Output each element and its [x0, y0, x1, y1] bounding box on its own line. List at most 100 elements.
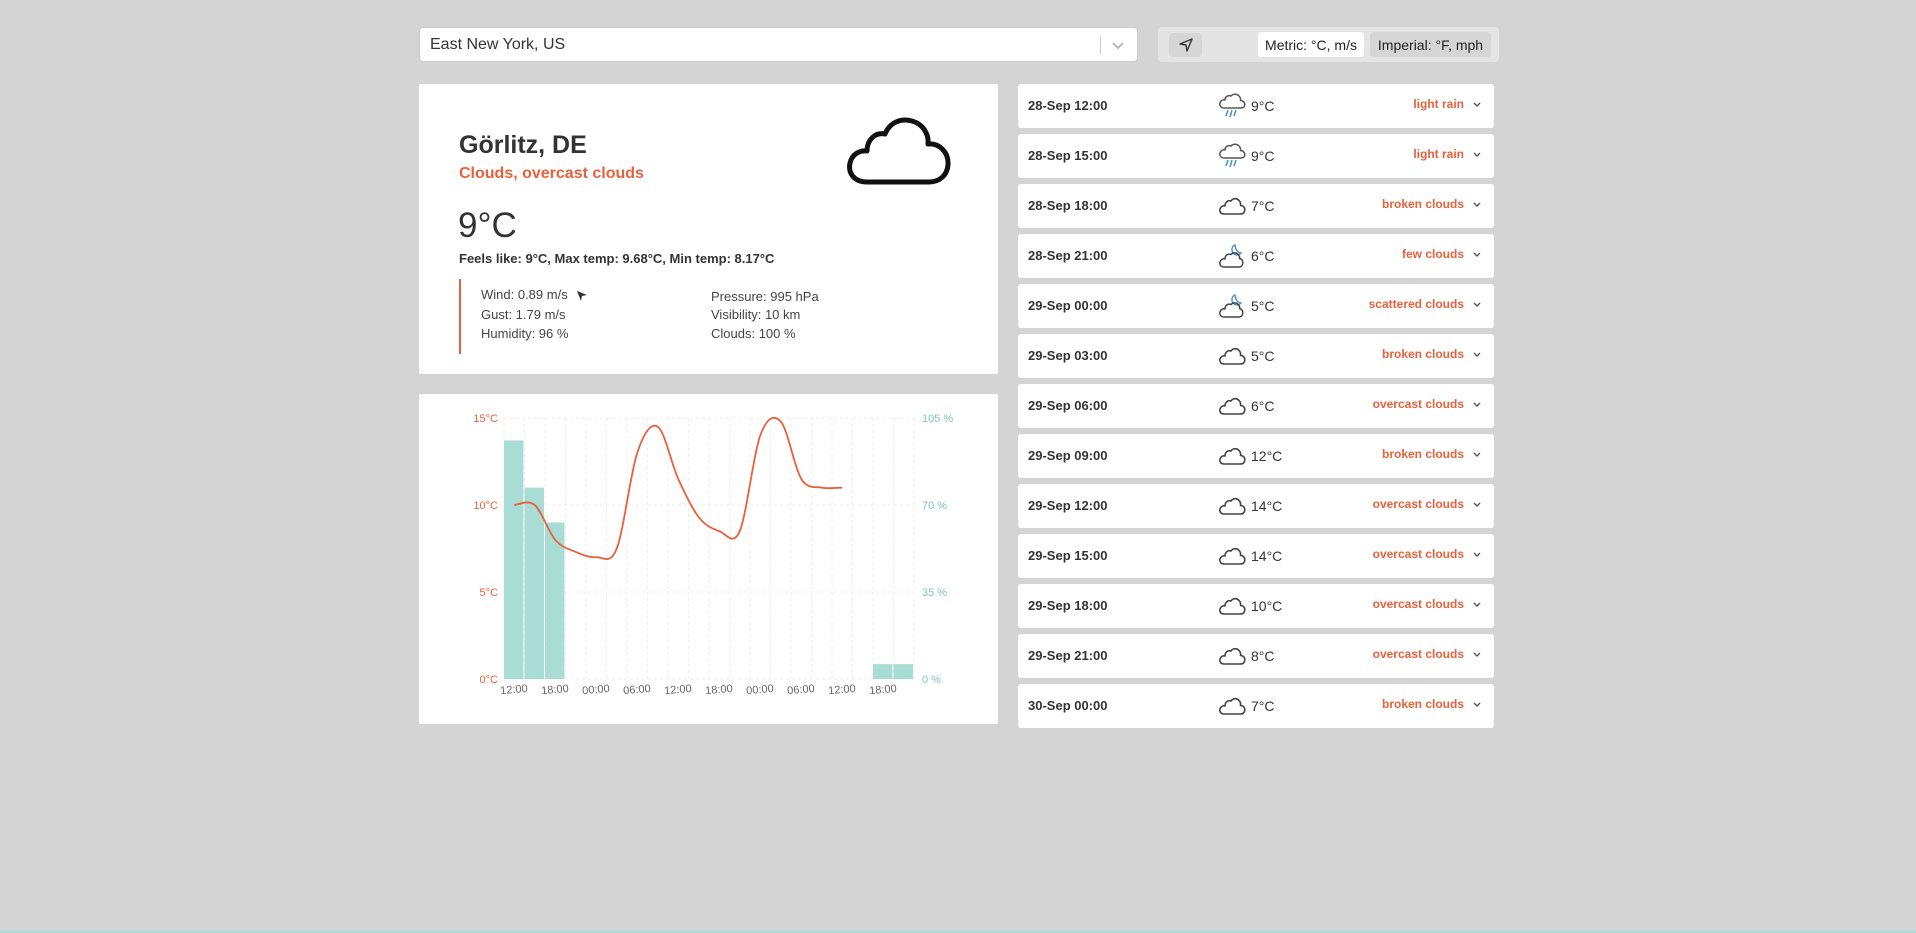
select-separator [1100, 36, 1101, 54]
forecast-time: 29-Sep 21:00 [1028, 648, 1108, 663]
forecast-description: overcast clouds [1372, 597, 1464, 611]
y-left-tick-label: 15°C [473, 413, 498, 425]
cloud-icon [1219, 347, 1246, 365]
forecast-description: scattered clouds [1368, 297, 1464, 311]
forecast-temp: 9°C [1251, 98, 1275, 114]
forecast-time: 29-Sep 09:00 [1028, 448, 1108, 463]
chevron-down-icon[interactable] [1472, 651, 1482, 659]
chevron-down-icon[interactable] [1472, 501, 1482, 509]
chevron-down-icon[interactable] [1472, 551, 1482, 559]
forecast-temp: 14°C [1251, 548, 1283, 564]
forecast-item[interactable]: 28-Sep 15:00 9°C light rain [1018, 134, 1494, 178]
chevron-down-icon[interactable] [1472, 101, 1482, 109]
forecast-description: few clouds [1401, 247, 1464, 261]
cloud-icon [1219, 647, 1246, 665]
forecast-description: overcast clouds [1372, 497, 1464, 511]
y-right-tick-label: 70 % [922, 500, 947, 512]
forecast-description: overcast clouds [1372, 647, 1464, 661]
chevron-down-icon[interactable] [1472, 251, 1482, 259]
cloud-icon [1219, 447, 1246, 465]
y-right-tick-label: 0 % [922, 674, 941, 686]
cloud-icon [1219, 397, 1246, 415]
x-tick-label: 12:00 [500, 683, 528, 697]
forecast-time: 30-Sep 00:00 [1028, 698, 1108, 713]
forecast-time: 29-Sep 15:00 [1028, 548, 1108, 563]
forecast-description: overcast clouds [1372, 547, 1464, 561]
forecast-item[interactable]: 29-Sep 00:00 5°C scattered clouds [1018, 284, 1494, 328]
visibility-detail: Visibility: 10 km [711, 307, 801, 322]
weather-details: Wind: 0.89 m/s Gust: 1.79 m/s Humidity: … [459, 279, 959, 354]
forecast-temp: 6°C [1251, 398, 1275, 414]
chevron-down-icon[interactable] [1472, 151, 1482, 159]
forecast-temp: 6°C [1251, 248, 1275, 264]
rain-icon [1219, 93, 1246, 118]
locate-button[interactable] [1169, 33, 1202, 57]
cloud-icon [1219, 497, 1246, 515]
x-tick-label: 00:00 [582, 683, 610, 697]
y-right-tick-label: 105 % [922, 413, 953, 425]
chevron-down-icon[interactable] [1472, 351, 1482, 359]
x-tick-label: 18:00 [869, 683, 897, 697]
forecast-description: broken clouds [1381, 447, 1464, 461]
forecast-item[interactable]: 30-Sep 00:00 7°C broken clouds [1018, 684, 1494, 728]
forecast-item[interactable]: 29-Sep 06:00 6°C overcast clouds [1018, 384, 1494, 428]
chart-bar [504, 440, 524, 679]
forecast-item[interactable]: 28-Sep 12:00 9°C light rain [1018, 84, 1494, 128]
forecast-description: light rain [1413, 97, 1464, 111]
cloud-icon [1219, 197, 1246, 215]
x-tick-label: 18:00 [705, 683, 733, 697]
location-input[interactable] [430, 28, 1090, 61]
forecast-item[interactable]: 29-Sep 03:00 5°C broken clouds [1018, 334, 1494, 378]
chevron-down-icon[interactable] [1472, 401, 1482, 409]
chevron-down-icon[interactable] [1472, 451, 1482, 459]
forecast-item[interactable]: 28-Sep 18:00 7°C broken clouds [1018, 184, 1494, 228]
location-arrow-icon [1179, 38, 1193, 52]
moon-cloud-icon [1219, 244, 1244, 268]
chart-bar [893, 664, 913, 679]
forecast-item[interactable]: 29-Sep 21:00 8°C overcast clouds [1018, 634, 1494, 678]
pressure-detail: Pressure: 995 hPa [711, 289, 819, 304]
forecast-temp: 12°C [1251, 448, 1283, 464]
forecast-item[interactable]: 29-Sep 18:00 10°C overcast clouds [1018, 584, 1494, 628]
chart-bar [524, 487, 544, 679]
rain-icon [1219, 143, 1246, 168]
location-select[interactable] [419, 27, 1138, 62]
forecast-time: 28-Sep 15:00 [1028, 148, 1108, 163]
humidity-detail: Humidity: 96 % [481, 326, 569, 341]
current-weather-card: Görlitz, DE Clouds, overcast clouds 9°C … [419, 84, 998, 374]
forecast-item[interactable]: 29-Sep 12:00 14°C overcast clouds [1018, 484, 1494, 528]
forecast-description: broken clouds [1381, 697, 1464, 711]
forecast-chart: 0°C 5°C 10°C 15°C 0 % 35 % 70 % 105 % 12:00 18:00… [473, 413, 953, 697]
gust-detail: Gust: 1.79 m/s [481, 307, 566, 322]
forecast-time: 29-Sep 03:00 [1028, 348, 1108, 363]
wind-direction-icon [577, 290, 588, 301]
forecast-description: broken clouds [1381, 347, 1464, 361]
chevron-down-icon[interactable] [1472, 601, 1482, 609]
x-tick-label: 06:00 [787, 683, 815, 697]
forecast-item[interactable]: 28-Sep 21:00 6°C few clouds [1018, 234, 1494, 278]
feels-like-text: Feels like: 9°C, Max temp: 9.68°C, Min t… [459, 251, 775, 266]
weather-description: Clouds, overcast clouds [459, 165, 644, 182]
x-tick-label: 18:00 [541, 683, 569, 697]
chevron-down-icon[interactable] [1472, 201, 1482, 209]
forecast-description: broken clouds [1381, 197, 1464, 211]
forecast-time: 28-Sep 21:00 [1028, 248, 1108, 263]
forecast-temp: 7°C [1251, 698, 1275, 714]
cloud-icon [1219, 697, 1246, 715]
chevron-down-icon[interactable] [1472, 701, 1482, 709]
forecast-description: light rain [1413, 147, 1464, 161]
forecast-item[interactable]: 29-Sep 09:00 12°C broken clouds [1018, 434, 1494, 478]
forecast-item[interactable]: 29-Sep 15:00 14°C overcast clouds [1018, 534, 1494, 578]
wind-detail: Wind: 0.89 m/s [481, 287, 589, 303]
city-name: Görlitz, DE [459, 131, 587, 159]
chevron-down-icon[interactable] [1105, 32, 1131, 58]
imperial-units-button[interactable]: Imperial: °F, mph [1370, 32, 1491, 57]
y-left-tick-label: 0°C [480, 674, 499, 686]
cloud-icon [1219, 597, 1246, 615]
metric-units-button[interactable]: Metric: °C, m/s [1258, 32, 1364, 57]
moon-cloud-icon [1219, 294, 1244, 318]
forecast-chart-card: 0°C 5°C 10°C 15°C 0 % 35 % 70 % 105 % 12:00 18:00… [419, 394, 998, 724]
forecast-temp: 8°C [1251, 648, 1275, 664]
forecast-time: 28-Sep 18:00 [1028, 198, 1108, 213]
chevron-down-icon[interactable] [1472, 301, 1482, 309]
